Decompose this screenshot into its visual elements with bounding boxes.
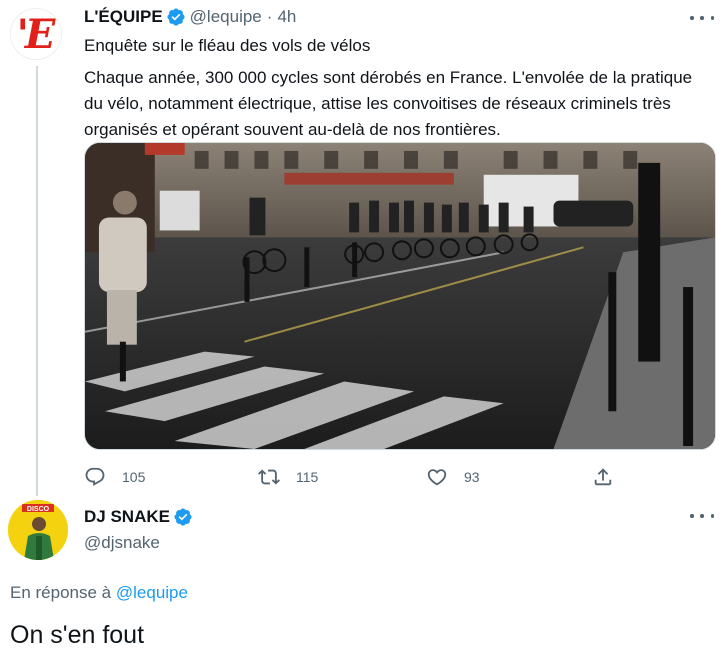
- tweet-photo[interactable]: [84, 142, 716, 450]
- separator-dot: ·: [266, 7, 273, 26]
- more-options-icon[interactable]: [690, 506, 714, 526]
- like-count: 93: [464, 469, 480, 485]
- more-options-icon[interactable]: [690, 8, 714, 28]
- author-handle[interactable]: @lequipe: [190, 7, 262, 27]
- reply-button[interactable]: 105: [84, 466, 145, 488]
- tweet-actions: 105 115 93: [84, 466, 624, 492]
- lequipe-avatar[interactable]: 'E: [10, 8, 62, 60]
- retweet-button[interactable]: 115: [258, 466, 318, 488]
- verified-badge-icon: [174, 508, 192, 526]
- djsnake-avatar[interactable]: DISCO: [8, 500, 68, 560]
- share-button[interactable]: [592, 466, 614, 488]
- like-icon: [427, 469, 447, 486]
- retweet-count: 115: [296, 469, 319, 485]
- thread-connector-line: [36, 66, 38, 496]
- reply-prefix: En réponse à: [10, 583, 112, 602]
- reply-author-handle[interactable]: @djsnake: [84, 533, 160, 553]
- reply-header: DJ SNAKE: [84, 507, 197, 527]
- tweet-timestamp[interactable]: 4h: [277, 7, 296, 27]
- reply-mention-link[interactable]: @lequipe: [116, 583, 188, 602]
- verified-badge-icon: [167, 8, 185, 26]
- djsnake-avatar-image: DISCO: [8, 500, 68, 560]
- tweet-body: Chaque année, 300 000 cycles sont dérobé…: [84, 68, 693, 139]
- reply-author-name[interactable]: DJ SNAKE: [84, 507, 170, 527]
- avatar-badge-text: DISCO: [27, 506, 50, 513]
- lequipe-logo: 'E: [16, 11, 56, 58]
- tweet-header: L'ÉQUIPE @lequipe · 4h: [84, 7, 296, 27]
- reply-text: On s'en fout: [10, 621, 145, 649]
- reply-icon: [85, 467, 105, 486]
- reply-context: En réponse à @lequipe: [10, 583, 188, 603]
- street-cyclists-image: [85, 143, 715, 449]
- tweet-title: Enquête sur le fléau des vols de vélos: [84, 36, 371, 55]
- author-name[interactable]: L'ÉQUIPE: [84, 7, 163, 27]
- retweet-icon: [258, 469, 280, 485]
- like-button[interactable]: 93: [426, 466, 480, 488]
- reply-count: 105: [122, 469, 146, 485]
- share-icon: [594, 468, 612, 486]
